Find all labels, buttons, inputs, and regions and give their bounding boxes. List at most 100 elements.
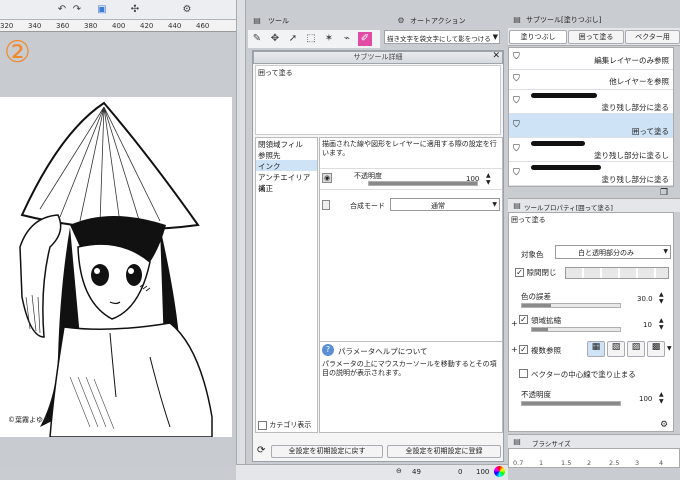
settings-icon[interactable]: ⚙	[180, 3, 194, 17]
brush-size-option[interactable]: 2	[587, 459, 591, 467]
blend-mode-select[interactable]: 通常 ▼	[390, 198, 500, 211]
pen-tool-icon[interactable]: ✎	[250, 32, 264, 46]
reset-icon: ⟳	[257, 445, 266, 456]
tab-vector[interactable]: ベクター用	[625, 30, 680, 44]
transform-icon[interactable]: ✣	[128, 3, 142, 17]
color-margin-slider[interactable]	[521, 303, 621, 308]
brush-size-option[interactable]: 1.5	[561, 459, 571, 467]
tab-enclose[interactable]: 囲って塗る	[568, 30, 624, 44]
subtool-item[interactable]: ⛉ 塗り残し部分に塗る	[509, 90, 673, 114]
show-category[interactable]: カテゴリ表示	[258, 420, 311, 430]
opacity-label: 不透明度	[354, 172, 382, 180]
canvas-background[interactable]: ② ©葉霧よゆみ	[0, 32, 236, 468]
opacity-value[interactable]: 100	[466, 175, 479, 183]
opacity-value[interactable]: 100	[639, 395, 652, 403]
reference-all-icon[interactable]: ▦	[587, 341, 605, 357]
help-title: パラメータヘルプについて	[338, 347, 428, 356]
subtool-item-selected[interactable]: ⛉ 囲って塗る	[509, 114, 673, 138]
color-margin-spinner[interactable]: ▲ ▼	[659, 291, 664, 305]
reference-layer-icon[interactable]: ▧	[607, 341, 625, 357]
fill-icon[interactable]: ▣	[95, 3, 109, 17]
eyedropper-tool-icon[interactable]: ⌁	[340, 32, 354, 46]
opacity-spinner[interactable]: ▲ ▼	[486, 172, 491, 186]
reset-defaults-button[interactable]: 全設定を初期設定に戻す	[271, 445, 383, 458]
chevron-down-icon[interactable]: ▼	[663, 248, 668, 255]
ruler-tick: 400	[112, 22, 126, 30]
auto-action-header: ⚙ オートアクション	[382, 12, 504, 30]
step-number: ②	[4, 35, 31, 70]
tool-property-panel: 囲って塗る 対象色 白と透明部分のみ ▼ ✓ 隙間閉じ 色の誤差 30.0 ▲ ▼…	[508, 212, 674, 432]
subtool-item[interactable]: ⛉ 塗り残し部分に塗るし	[509, 138, 673, 162]
opacity-label: 不透明度	[521, 390, 551, 399]
brush-size-option[interactable]: 2.5	[609, 459, 619, 467]
top-ruler: 320 340 360 380 400 420 440 460	[0, 20, 236, 32]
register-defaults-button[interactable]: 全設定を初期設定に登録	[387, 445, 501, 458]
color-wheel-icon[interactable]	[494, 466, 505, 477]
category-list: 閉領域フィル 参照先 インク アンチエイリアス 補正 カテゴリ表示	[255, 137, 318, 433]
close-icon[interactable]: ✕	[492, 51, 500, 61]
area-scaling-label: 領域拡縮	[531, 316, 561, 325]
wand-tool-icon[interactable]: ✶	[322, 32, 336, 46]
chevron-down-icon[interactable]: ▼	[492, 201, 497, 208]
subtool-detail-subtitle: 囲って塗る	[258, 69, 293, 77]
area-scaling-checkbox[interactable]: ✓	[519, 315, 528, 324]
chevron-down-icon[interactable]: ▼	[667, 345, 672, 352]
eye-icon[interactable]: ◉	[322, 173, 332, 183]
target-color-value: 白と透明部分のみ	[578, 249, 634, 257]
panel-divider[interactable]	[236, 0, 246, 468]
chevron-down-icon[interactable]: ▼	[493, 33, 498, 41]
multi-reference-label: 複数参照	[531, 346, 561, 355]
gap-close-checkbox[interactable]: ✓	[515, 268, 524, 277]
zoom-out-icon[interactable]: ⊖	[396, 467, 402, 475]
category-item[interactable]: 閉領域フィル	[256, 138, 317, 149]
expand-icon[interactable]: +	[511, 319, 518, 328]
move-tool-icon[interactable]: ✥	[268, 32, 282, 46]
category-item-selected[interactable]: インク	[256, 160, 317, 171]
artist-credit: ©葉霧よゆみ	[8, 416, 50, 424]
opacity-slider[interactable]	[368, 181, 478, 186]
category-item[interactable]: 補正	[256, 182, 317, 193]
brush-tool-icon[interactable]: ✐	[358, 32, 372, 46]
expand-icon[interactable]: +	[511, 345, 518, 354]
brush-size-option[interactable]: 4	[659, 459, 663, 467]
undo-icon[interactable]: ↶	[55, 3, 69, 17]
auto-action-select[interactable]: 描き文字を袋文字にして影をつける ▼	[384, 30, 500, 44]
copy-subtool-icon[interactable]: ❐	[660, 188, 668, 198]
canvas-page[interactable]: ©葉霧よゆみ	[0, 97, 232, 437]
brush-size-option[interactable]: 1	[539, 459, 543, 467]
reference-folder-icon[interactable]: ▨	[627, 341, 645, 357]
vector-center-checkbox[interactable]	[519, 369, 528, 378]
brush-size-list: 0.7 1 1.5 2 2.5 3 4	[508, 448, 680, 468]
subtool-item[interactable]: ⛉ 編集レイヤーのみ参照	[509, 48, 673, 70]
color-margin-value[interactable]: 30.0	[637, 295, 653, 303]
area-scaling-spinner[interactable]: ▲ ▼	[659, 317, 664, 331]
gap-close-levels[interactable]	[565, 267, 669, 279]
category-item[interactable]: 参照先	[256, 149, 317, 160]
subtool-tabs: 塗りつぶし 囲って塗る ベクター用	[508, 28, 680, 46]
pointer-tool-icon[interactable]: ➚	[286, 32, 300, 46]
brush-size-title: ブラシサイズ	[532, 440, 571, 448]
category-item[interactable]: アンチエイリアス	[256, 171, 317, 193]
tool-settings-icon[interactable]: ⚙	[660, 420, 668, 430]
color-margin-label: 色の誤差	[521, 292, 551, 301]
reference-other-icon[interactable]: ▩	[647, 341, 665, 357]
target-color-select[interactable]: 白と透明部分のみ ▼	[555, 245, 671, 259]
blend-lock-icon[interactable]	[322, 200, 330, 210]
setting-description: 描画された線や図形をレイヤーに適用する際の設定を行います。	[322, 140, 497, 157]
subtool-item[interactable]: ⛉ 他レイヤーを参照	[509, 70, 673, 90]
multi-reference-checkbox[interactable]: ✓	[519, 345, 528, 354]
opacity-spinner[interactable]: ▲ ▼	[659, 391, 664, 405]
subtool-item[interactable]: ⛉ 塗り残し部分に塗る	[509, 162, 673, 186]
subtool-panel-title: サブツール[塗りつぶし]	[526, 16, 602, 24]
tool-panel-header: ▤ ツール	[250, 12, 378, 30]
area-scaling-value[interactable]: 10	[643, 321, 652, 329]
select-tool-icon[interactable]: ⬚	[304, 32, 318, 46]
brush-size-option[interactable]: 3	[635, 459, 639, 467]
tab-fill[interactable]: 塗りつぶし	[509, 30, 567, 44]
brush-size-option[interactable]: 0.7	[513, 459, 523, 467]
gap-close-label: 隙間閉じ	[526, 268, 557, 277]
redo-icon[interactable]: ↷	[70, 3, 84, 17]
opacity-slider[interactable]	[521, 401, 621, 406]
area-scaling-slider[interactable]	[531, 327, 621, 332]
show-category-checkbox[interactable]	[258, 420, 267, 430]
